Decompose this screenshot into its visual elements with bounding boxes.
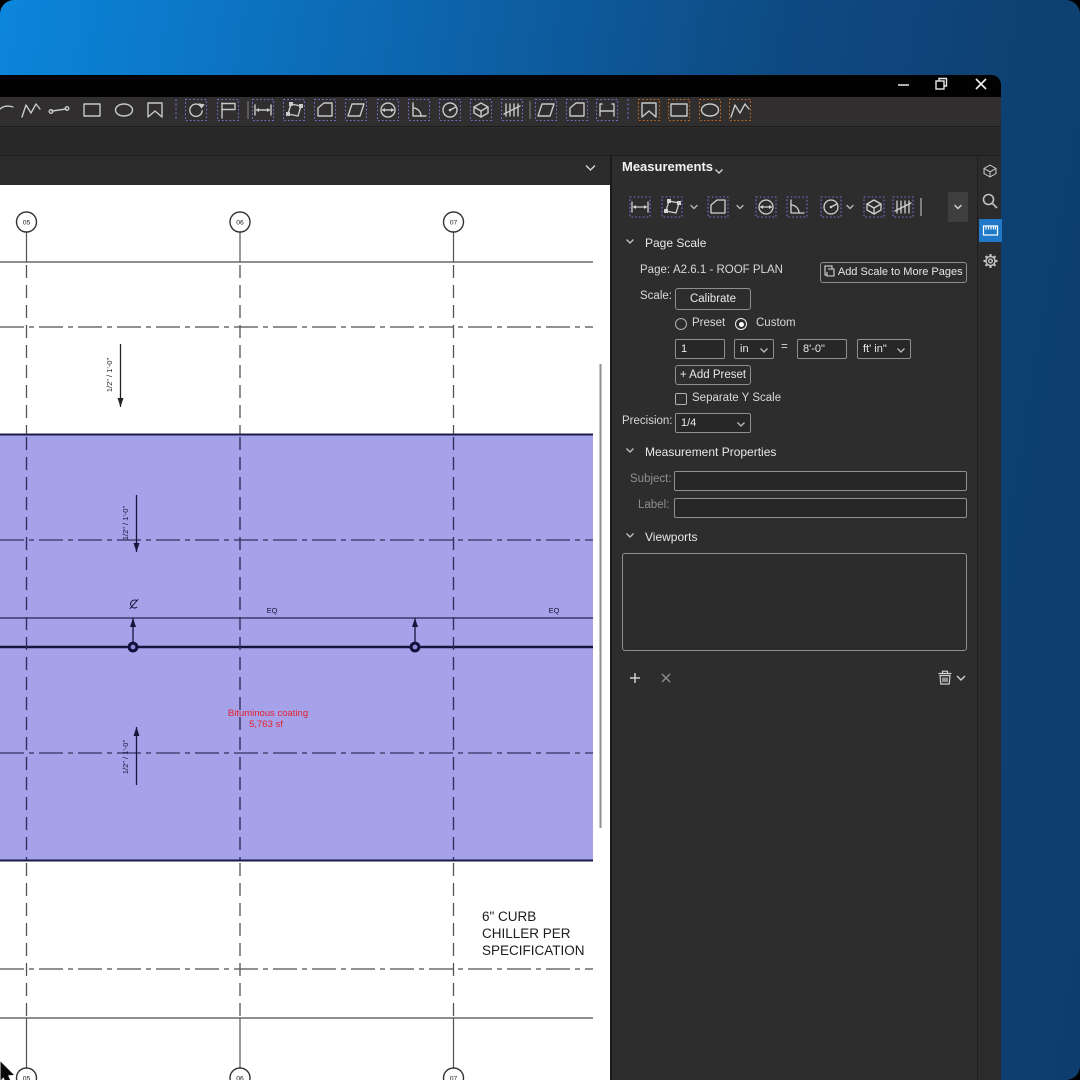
svg-text:Bituminous coating: Bituminous coating: [228, 708, 308, 719]
svg-text:07: 07: [450, 219, 458, 226]
svg-text:1/2" / 1'-0": 1/2" / 1'-0": [105, 358, 114, 393]
svg-text:EQ: EQ: [267, 606, 278, 615]
svg-text:1/2" / 1'-0": 1/2" / 1'-0": [121, 740, 130, 775]
svg-text:06: 06: [236, 219, 244, 226]
svg-text:CHILLER PER: CHILLER PER: [482, 926, 571, 941]
svg-text:1/2" / 1'-0": 1/2" / 1'-0": [121, 506, 130, 541]
svg-text:5,763 sf: 5,763 sf: [249, 719, 283, 730]
svg-text:05: 05: [23, 1075, 31, 1080]
svg-text:SPECIFICATION: SPECIFICATION: [482, 943, 585, 958]
svg-text:07: 07: [450, 1075, 458, 1080]
svg-text:05: 05: [23, 219, 31, 226]
svg-text:6" CURB: 6" CURB: [482, 909, 536, 924]
svg-text:06: 06: [236, 1075, 244, 1080]
svg-text:EQ: EQ: [549, 606, 560, 615]
